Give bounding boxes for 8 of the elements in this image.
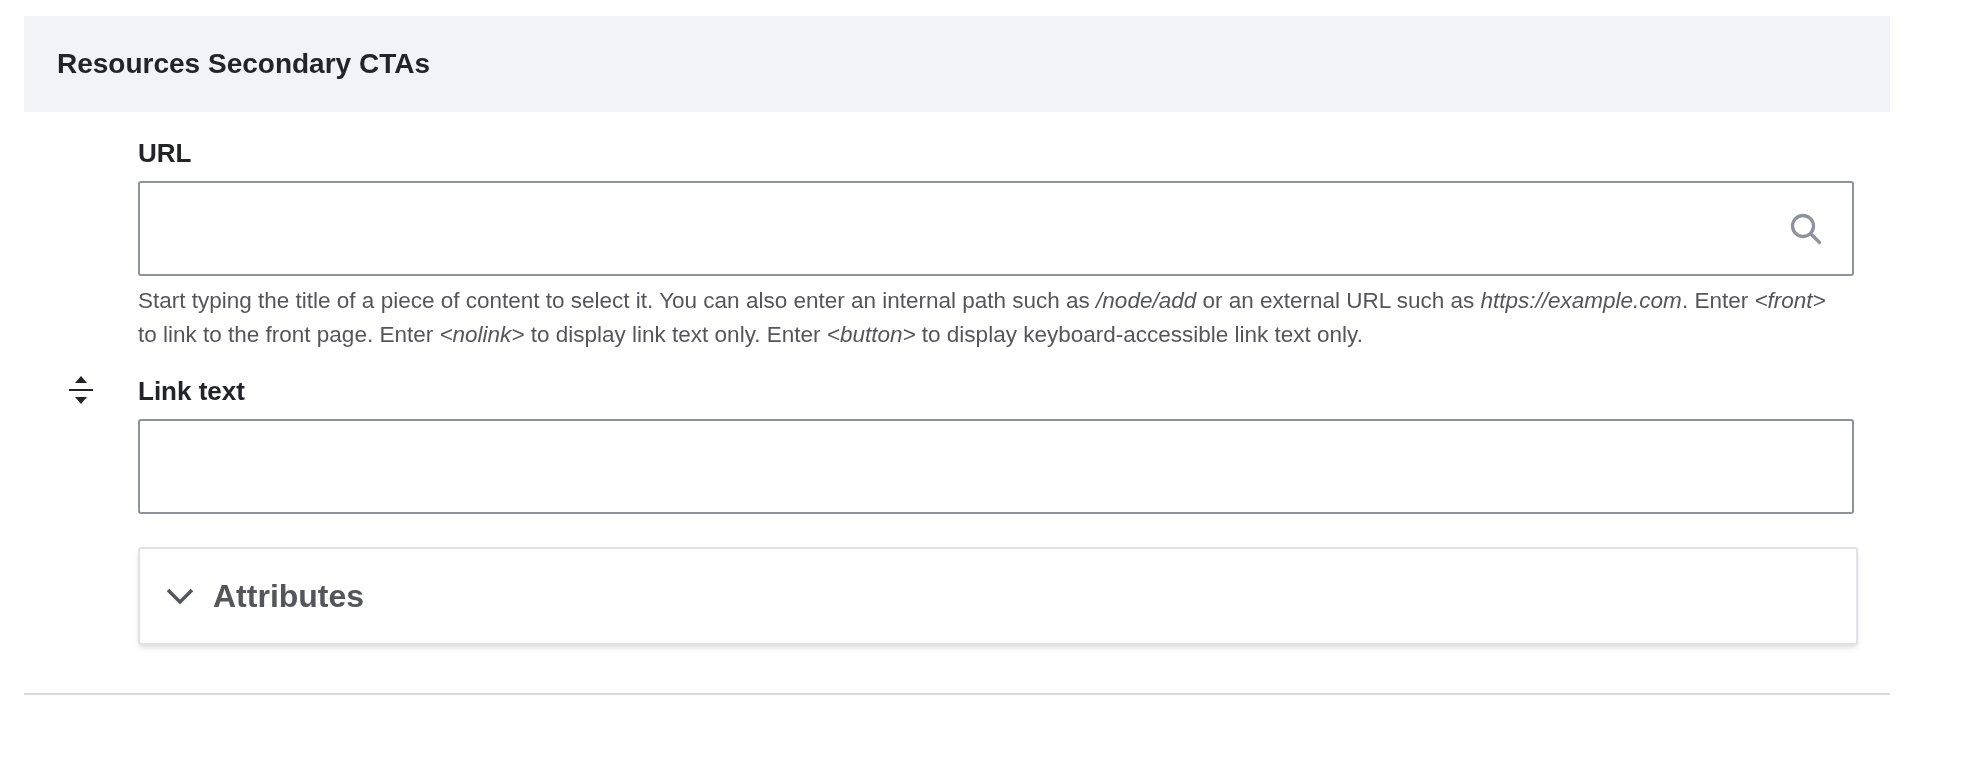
chevron-icon (165, 586, 195, 606)
url-description: Start typing the title of a piece of content to select it. You can also enter an internal path such as /node/add or an external URL such as https://example.com. Enter <front> to link to the front page. Enter <nolink> to display link text only. Enter <button> to display keyboard-accessible link text only. (138, 287, 1827, 349)
url-field[interactable] (138, 181, 1854, 276)
link-text-label: Link text (138, 375, 246, 408)
section-title: Resources Secondary CTAs (57, 47, 430, 81)
url-label: URL (138, 137, 193, 170)
attributes-toggle[interactable]: Attributes (138, 547, 1858, 645)
link-text-field[interactable] (138, 419, 1854, 514)
